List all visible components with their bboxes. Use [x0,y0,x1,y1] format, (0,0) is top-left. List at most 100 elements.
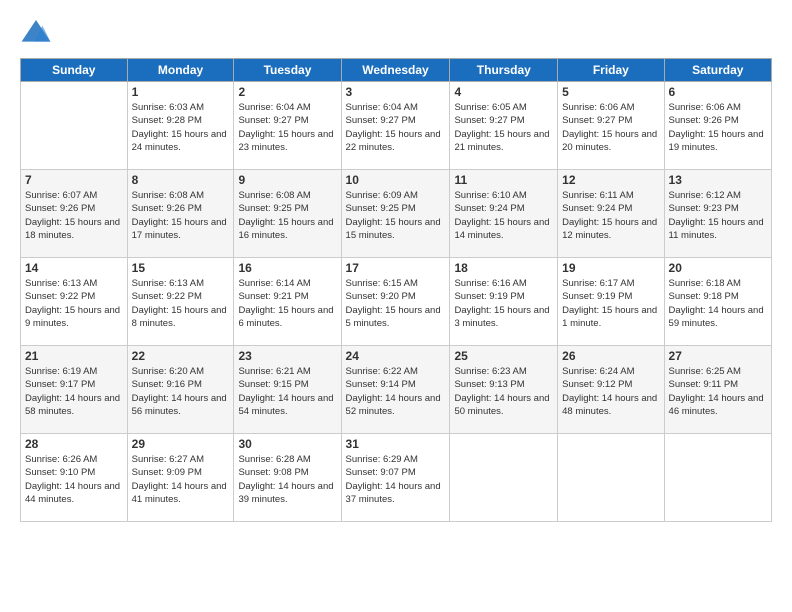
day-info: Sunrise: 6:04 AMSunset: 9:27 PMDaylight:… [346,102,441,153]
calendar-header-monday: Monday [127,59,234,82]
calendar-cell: 19 Sunrise: 6:17 AMSunset: 9:19 PMDayligh… [558,258,664,346]
day-info: Sunrise: 6:18 AMSunset: 9:18 PMDaylight:… [669,278,764,329]
day-number: 16 [238,261,336,275]
day-number: 26 [562,349,659,363]
calendar-cell: 30 Sunrise: 6:28 AMSunset: 9:08 PMDayligh… [234,434,341,522]
day-number: 13 [669,173,767,187]
calendar-cell: 25Sunrise: 6:23 AMSunset: 9:13 PMDayligh… [450,346,558,434]
calendar-week-5: 28 Sunrise: 6:26 AMSunset: 9:10 PMDayligh… [21,434,772,522]
calendar-cell: 27 Sunrise: 6:25 AMSunset: 9:11 PMDayligh… [664,346,771,434]
day-number: 23 [238,349,336,363]
calendar-cell: 17Sunrise: 6:15 AMSunset: 9:20 PMDayligh… [341,258,450,346]
calendar-header-row: SundayMondayTuesdayWednesdayThursdayFrid… [21,59,772,82]
day-number: 28 [25,437,123,451]
day-number: 2 [238,85,336,99]
logo-icon [20,16,52,48]
calendar-cell: 22 Sunrise: 6:20 AMSunset: 9:16 PMDayligh… [127,346,234,434]
calendar-cell: 9 Sunrise: 6:08 AMSunset: 9:25 PMDaylight… [234,170,341,258]
calendar-cell: 18 Sunrise: 6:16 AMSunset: 9:19 PMDayligh… [450,258,558,346]
day-info: Sunrise: 6:24 AMSunset: 9:12 PMDaylight:… [562,366,657,417]
day-info: Sunrise: 6:12 AMSunset: 9:23 PMDaylight:… [669,190,764,241]
day-info: Sunrise: 6:17 AMSunset: 9:19 PMDaylight:… [562,278,657,329]
calendar-cell: 10 Sunrise: 6:09 AMSunset: 9:25 PMDayligh… [341,170,450,258]
day-info: Sunrise: 6:14 AMSunset: 9:21 PMDaylight:… [238,278,333,329]
calendar-table: SundayMondayTuesdayWednesdayThursdayFrid… [20,58,772,522]
day-number: 14 [25,261,123,275]
calendar-cell: 24 Sunrise: 6:22 AMSunset: 9:14 PMDayligh… [341,346,450,434]
calendar-week-1: 1 Sunrise: 6:03 AMSunset: 9:28 PMDaylight… [21,82,772,170]
day-number: 18 [454,261,553,275]
day-info: Sunrise: 6:16 AMSunset: 9:19 PMDaylight:… [454,278,549,329]
day-info: Sunrise: 6:20 AMSunset: 9:16 PMDaylight:… [132,366,227,417]
logo [20,16,56,48]
day-info: Sunrise: 6:25 AMSunset: 9:11 PMDaylight:… [669,366,764,417]
calendar-cell: 20Sunrise: 6:18 AMSunset: 9:18 PMDayligh… [664,258,771,346]
day-number: 5 [562,85,659,99]
calendar-cell: 8 Sunrise: 6:08 AMSunset: 9:26 PMDaylight… [127,170,234,258]
day-number: 19 [562,261,659,275]
day-number: 29 [132,437,230,451]
calendar-cell [664,434,771,522]
day-number: 17 [346,261,446,275]
calendar-cell: 4 Sunrise: 6:05 AMSunset: 9:27 PMDaylight… [450,82,558,170]
calendar-cell: 26 Sunrise: 6:24 AMSunset: 9:12 PMDayligh… [558,346,664,434]
calendar-cell: 14 Sunrise: 6:13 AMSunset: 9:22 PMDayligh… [21,258,128,346]
header [20,16,772,48]
calendar-cell: 16 Sunrise: 6:14 AMSunset: 9:21 PMDayligh… [234,258,341,346]
calendar-cell: 15 Sunrise: 6:13 AMSunset: 9:22 PMDayligh… [127,258,234,346]
day-number: 22 [132,349,230,363]
calendar-header-friday: Friday [558,59,664,82]
day-info: Sunrise: 6:22 AMSunset: 9:14 PMDaylight:… [346,366,441,417]
calendar-cell: 2 Sunrise: 6:04 AMSunset: 9:27 PMDaylight… [234,82,341,170]
day-info: Sunrise: 6:03 AMSunset: 9:28 PMDaylight:… [132,102,227,153]
day-number: 3 [346,85,446,99]
day-number: 27 [669,349,767,363]
day-info: Sunrise: 6:29 AMSunset: 9:07 PMDaylight:… [346,454,441,505]
day-info: Sunrise: 6:06 AMSunset: 9:26 PMDaylight:… [669,102,764,153]
day-number: 30 [238,437,336,451]
calendar-week-2: 7 Sunrise: 6:07 AMSunset: 9:26 PMDaylight… [21,170,772,258]
day-info: Sunrise: 6:13 AMSunset: 9:22 PMDaylight:… [132,278,227,329]
day-number: 8 [132,173,230,187]
day-number: 31 [346,437,446,451]
calendar-week-3: 14 Sunrise: 6:13 AMSunset: 9:22 PMDayligh… [21,258,772,346]
day-info: Sunrise: 6:09 AMSunset: 9:25 PMDaylight:… [346,190,441,241]
day-info: Sunrise: 6:19 AMSunset: 9:17 PMDaylight:… [25,366,120,417]
day-info: Sunrise: 6:23 AMSunset: 9:13 PMDaylight:… [454,366,549,417]
day-info: Sunrise: 6:11 AMSunset: 9:24 PMDaylight:… [562,190,657,241]
day-number: 24 [346,349,446,363]
day-info: Sunrise: 6:07 AMSunset: 9:26 PMDaylight:… [25,190,120,241]
day-number: 1 [132,85,230,99]
day-number: 7 [25,173,123,187]
calendar-cell: 28 Sunrise: 6:26 AMSunset: 9:10 PMDayligh… [21,434,128,522]
calendar-cell: 29Sunrise: 6:27 AMSunset: 9:09 PMDayligh… [127,434,234,522]
calendar-header-thursday: Thursday [450,59,558,82]
day-info: Sunrise: 6:26 AMSunset: 9:10 PMDaylight:… [25,454,120,505]
day-info: Sunrise: 6:04 AMSunset: 9:27 PMDaylight:… [238,102,333,153]
day-number: 10 [346,173,446,187]
calendar-cell: 13 Sunrise: 6:12 AMSunset: 9:23 PMDayligh… [664,170,771,258]
calendar-cell: 12 Sunrise: 6:11 AMSunset: 9:24 PMDayligh… [558,170,664,258]
page: SundayMondayTuesdayWednesdayThursdayFrid… [0,0,792,612]
calendar-header-saturday: Saturday [664,59,771,82]
calendar-cell: 21 Sunrise: 6:19 AMSunset: 9:17 PMDayligh… [21,346,128,434]
day-number: 6 [669,85,767,99]
calendar-header-wednesday: Wednesday [341,59,450,82]
day-number: 21 [25,349,123,363]
day-info: Sunrise: 6:08 AMSunset: 9:25 PMDaylight:… [238,190,333,241]
calendar-cell: 1 Sunrise: 6:03 AMSunset: 9:28 PMDaylight… [127,82,234,170]
calendar-cell: 7 Sunrise: 6:07 AMSunset: 9:26 PMDaylight… [21,170,128,258]
day-info: Sunrise: 6:05 AMSunset: 9:27 PMDaylight:… [454,102,549,153]
day-number: 15 [132,261,230,275]
day-info: Sunrise: 6:28 AMSunset: 9:08 PMDaylight:… [238,454,333,505]
day-info: Sunrise: 6:21 AMSunset: 9:15 PMDaylight:… [238,366,333,417]
day-info: Sunrise: 6:08 AMSunset: 9:26 PMDaylight:… [132,190,227,241]
day-number: 9 [238,173,336,187]
calendar-header-sunday: Sunday [21,59,128,82]
day-number: 4 [454,85,553,99]
calendar-cell [21,82,128,170]
day-info: Sunrise: 6:06 AMSunset: 9:27 PMDaylight:… [562,102,657,153]
day-number: 12 [562,173,659,187]
day-info: Sunrise: 6:13 AMSunset: 9:22 PMDaylight:… [25,278,120,329]
calendar-cell [450,434,558,522]
